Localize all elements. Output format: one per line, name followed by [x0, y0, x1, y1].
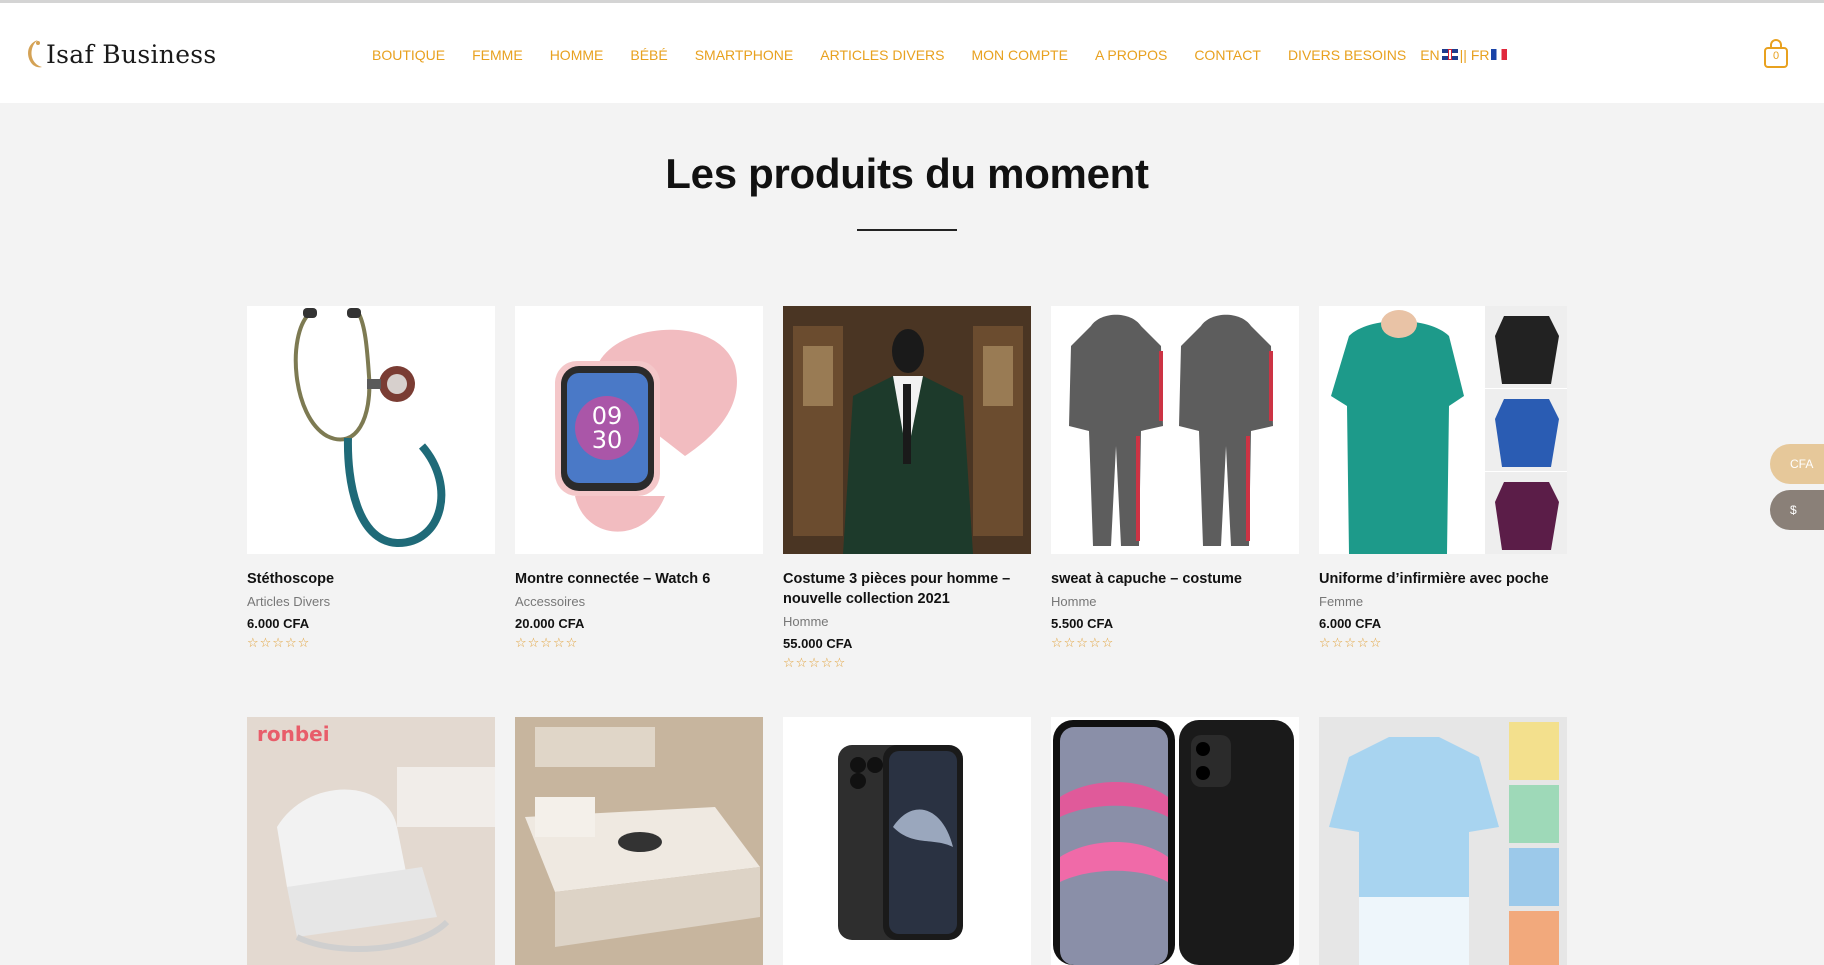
nav-homme[interactable]: HOMME — [550, 47, 604, 63]
star-outline-icon: ☆☆☆☆☆ — [1319, 635, 1383, 650]
nav-a-propos[interactable]: A PROPOS — [1095, 47, 1167, 63]
currency-cfa-button[interactable]: CFA — [1770, 444, 1824, 484]
product-image-stethoscope[interactable] — [247, 306, 495, 554]
product-image-iphone-11[interactable] — [1051, 717, 1299, 965]
section-title: Les produits du moment — [665, 150, 1149, 197]
language-switcher: EN || FR — [1420, 47, 1509, 63]
product-category[interactable]: Accessoires — [515, 594, 763, 609]
star-outline-icon: ☆☆☆☆☆ — [1051, 635, 1115, 650]
site-logo[interactable]: Isaf Business — [24, 37, 217, 71]
star-rating: ☆☆☆☆☆ — [783, 656, 1031, 670]
product-name[interactable]: Costume 3 pièces pour homme – nouvelle c… — [783, 569, 1031, 609]
currency-usd-button[interactable]: $ — [1770, 490, 1824, 530]
cart-button[interactable]: 0 — [1763, 39, 1789, 69]
product-card[interactable] — [783, 717, 1031, 965]
nav-femme[interactable]: FEMME — [472, 47, 523, 63]
cart-count: 0 — [1772, 50, 1780, 62]
product-category[interactable]: Femme — [1319, 594, 1567, 609]
product-category[interactable]: Homme — [783, 614, 1031, 629]
fr-flag-icon[interactable] — [1491, 48, 1508, 60]
product-card[interactable] — [1051, 717, 1299, 965]
star-outline-icon: ☆☆☆☆☆ — [783, 655, 847, 670]
star-rating: ☆☆☆☆☆ — [515, 636, 763, 650]
product-image-uniform[interactable] — [1319, 306, 1567, 554]
svg-text:30: 30 — [592, 426, 623, 454]
nav-bebe[interactable]: BÉBÉ — [630, 47, 667, 63]
nav-contact[interactable]: CONTACT — [1194, 47, 1261, 63]
star-outline-icon: ☆☆☆☆☆ — [515, 635, 579, 650]
product-name[interactable]: Stéthoscope — [247, 569, 495, 589]
star-outline-icon: ☆☆☆☆☆ — [247, 635, 311, 650]
product-card[interactable]: Costume 3 pièces pour homme – nouvelle c… — [783, 306, 1031, 670]
product-card[interactable]: sweat à capuche – costume Homme 5.500 CF… — [1051, 306, 1299, 650]
product-name[interactable]: Uniforme d’infirmière avec poche — [1319, 569, 1567, 589]
star-rating: ☆☆☆☆☆ — [1051, 636, 1299, 650]
product-card[interactable]: 09 30 Montre connectée – Watch 6 Accesso… — [515, 306, 763, 650]
site-header: Isaf Business BOUTIQUE FEMME HOMME BÉBÉ … — [0, 3, 1824, 103]
baby-brand-logo: ronbei — [257, 722, 330, 746]
uk-flag-icon[interactable] — [1441, 48, 1458, 60]
product-price: 5.500 CFA — [1051, 616, 1114, 631]
product-image-shirt[interactable] — [1319, 717, 1567, 965]
product-image-watch[interactable]: 09 30 — [515, 306, 763, 554]
product-price: 6.000 CFA — [247, 616, 310, 631]
product-card[interactable]: Uniforme d’infirmière avec poche Femme 6… — [1319, 306, 1567, 650]
product-name[interactable]: sweat à capuche – costume — [1051, 569, 1299, 589]
title-divider — [857, 229, 957, 231]
product-name[interactable]: Montre connectée – Watch 6 — [515, 569, 763, 589]
product-card[interactable]: Stéthoscope Articles Divers 6.000 CFA ☆☆… — [247, 306, 495, 650]
nav-mon-compte[interactable]: MON COMPTE — [972, 47, 1068, 63]
star-rating: ☆☆☆☆☆ — [1319, 636, 1567, 650]
product-card[interactable] — [1319, 717, 1567, 965]
product-image-sweat[interactable] — [1051, 306, 1299, 554]
lang-fr-link[interactable]: || FR — [1460, 47, 1490, 63]
nav-smartphone[interactable]: SMARTPHONE — [695, 47, 794, 63]
nav-divers-besoins[interactable]: DIVERS BESOINS — [1288, 47, 1406, 63]
product-image-baby-rocker[interactable]: ronbei — [247, 717, 495, 965]
product-price: 6.000 CFA — [1319, 616, 1382, 631]
brand-name: Isaf Business — [46, 39, 217, 69]
product-card[interactable]: ronbei — [247, 717, 495, 965]
product-image-smart-bed[interactable] — [515, 717, 763, 965]
nav-boutique[interactable]: BOUTIQUE — [372, 47, 445, 63]
product-category[interactable]: Articles Divers — [247, 594, 495, 609]
main-nav: BOUTIQUE FEMME HOMME BÉBÉ SMARTPHONE ART… — [372, 47, 1509, 63]
nav-articles-divers[interactable]: ARTICLES DIVERS — [820, 47, 944, 63]
lang-en-link[interactable]: EN — [1420, 47, 1439, 63]
product-price: 20.000 CFA — [515, 616, 585, 631]
product-card[interactable] — [515, 717, 763, 965]
product-price: 55.000 CFA — [783, 636, 853, 651]
logo-crescent-icon — [28, 40, 42, 68]
product-image-iphone-11-pro[interactable] — [783, 717, 1031, 965]
product-image-costume[interactable] — [783, 306, 1031, 554]
star-rating: ☆☆☆☆☆ — [247, 636, 495, 650]
product-category[interactable]: Homme — [1051, 594, 1299, 609]
